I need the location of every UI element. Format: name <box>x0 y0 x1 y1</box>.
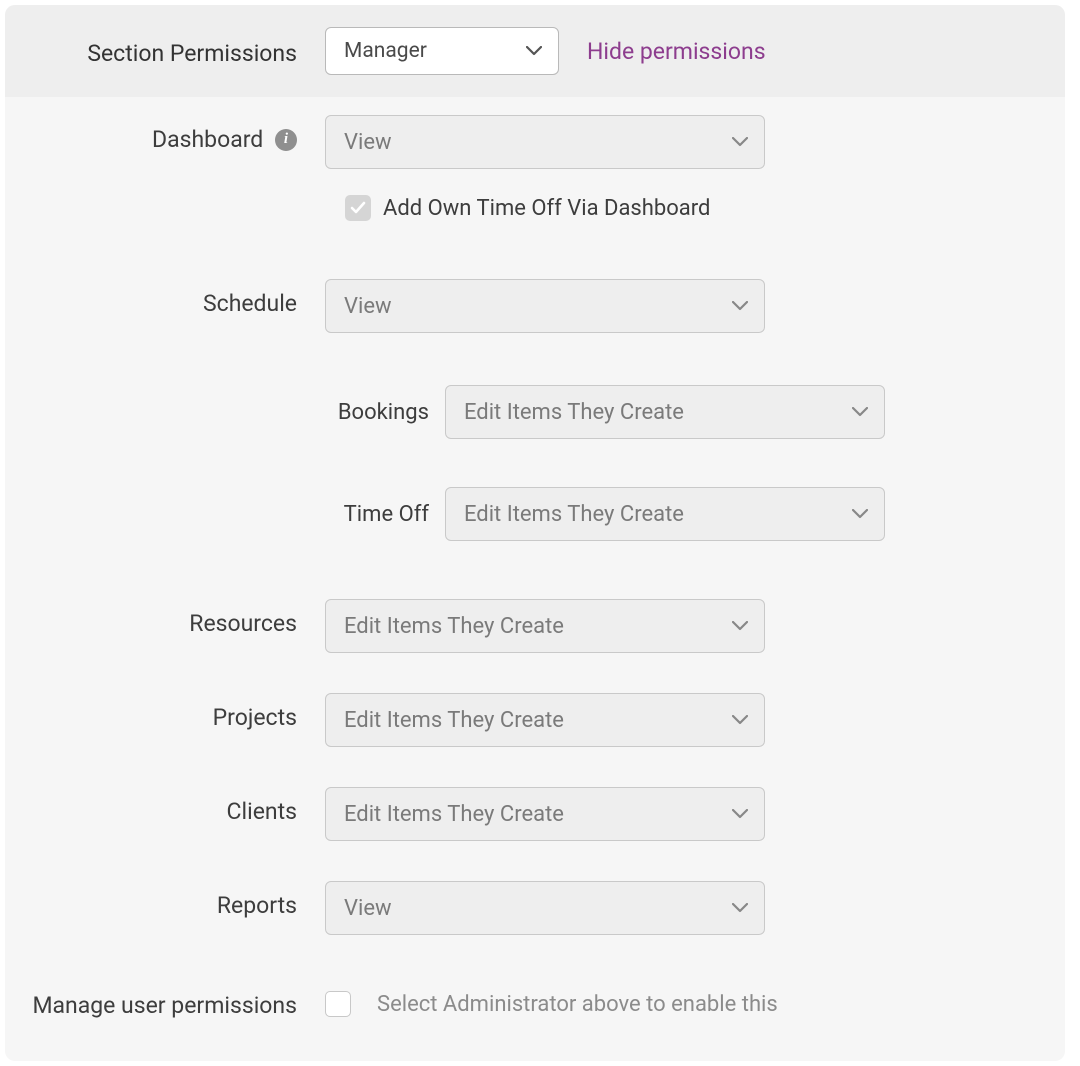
manage-permissions-label: Manage user permissions <box>5 991 325 1021</box>
dashboard-label: Dashboard i <box>5 115 325 155</box>
chevron-down-icon <box>732 621 748 631</box>
timeoff-select[interactable]: Edit Items They Create <box>445 487 885 541</box>
clients-select-value: Edit Items They Create <box>344 802 564 827</box>
schedule-select[interactable]: View <box>325 279 765 333</box>
reports-label: Reports <box>5 881 325 921</box>
hide-permissions-link[interactable]: Hide permissions <box>587 38 766 65</box>
schedule-label: Schedule <box>5 279 325 319</box>
reports-select[interactable]: View <box>325 881 765 935</box>
dashboard-row: Dashboard i View Add Own Time Off Via Da… <box>5 97 1065 221</box>
manage-permissions-hint: Select Administrator above to enable thi… <box>377 992 778 1017</box>
role-select-value: Manager <box>344 39 427 63</box>
timeoff-label: Time Off <box>325 502 445 527</box>
chevron-down-icon <box>732 715 748 725</box>
projects-select[interactable]: Edit Items They Create <box>325 693 765 747</box>
manage-permissions-checkbox[interactable] <box>325 991 351 1017</box>
manage-permissions-row: Manage user permissions Select Administr… <box>5 973 1065 1021</box>
section-permissions-row: Section Permissions Manager Hide permiss… <box>5 5 1065 97</box>
schedule-select-value: View <box>344 294 392 319</box>
chevron-down-icon <box>526 46 542 56</box>
schedule-row: Schedule View Bookings Edit Items They C… <box>5 261 1065 541</box>
clients-row: Clients Edit Items They Create <box>5 769 1065 841</box>
projects-label: Projects <box>5 693 325 733</box>
dashboard-select-value: View <box>344 130 392 155</box>
chevron-down-icon <box>732 137 748 147</box>
chevron-down-icon <box>852 407 868 417</box>
section-permissions-label: Section Permissions <box>5 33 325 69</box>
chevron-down-icon <box>732 903 748 913</box>
bookings-row: Bookings Edit Items They Create <box>325 385 1065 439</box>
dashboard-select[interactable]: View <box>325 115 765 169</box>
resources-label: Resources <box>5 599 325 639</box>
projects-select-value: Edit Items They Create <box>344 708 564 733</box>
resources-select-value: Edit Items They Create <box>344 614 564 639</box>
dashboard-timeoff-checkbox[interactable] <box>345 195 371 221</box>
clients-label: Clients <box>5 787 325 827</box>
reports-row: Reports View <box>5 863 1065 935</box>
bookings-label: Bookings <box>325 400 445 425</box>
bookings-select[interactable]: Edit Items They Create <box>445 385 885 439</box>
resources-row: Resources Edit Items They Create <box>5 581 1065 653</box>
reports-select-value: View <box>344 896 392 921</box>
resources-select[interactable]: Edit Items They Create <box>325 599 765 653</box>
permissions-panel: Section Permissions Manager Hide permiss… <box>5 5 1065 1061</box>
timeoff-select-value: Edit Items They Create <box>464 502 684 527</box>
clients-select[interactable]: Edit Items They Create <box>325 787 765 841</box>
chevron-down-icon <box>732 809 748 819</box>
bookings-select-value: Edit Items They Create <box>464 400 684 425</box>
projects-row: Projects Edit Items They Create <box>5 675 1065 747</box>
dashboard-checkbox-label: Add Own Time Off Via Dashboard <box>383 196 710 221</box>
role-select[interactable]: Manager <box>325 27 559 75</box>
chevron-down-icon <box>732 301 748 311</box>
chevron-down-icon <box>852 509 868 519</box>
timeoff-row: Time Off Edit Items They Create <box>325 487 1065 541</box>
info-icon[interactable]: i <box>275 129 297 151</box>
dashboard-checkbox-line: Add Own Time Off Via Dashboard <box>345 195 710 221</box>
